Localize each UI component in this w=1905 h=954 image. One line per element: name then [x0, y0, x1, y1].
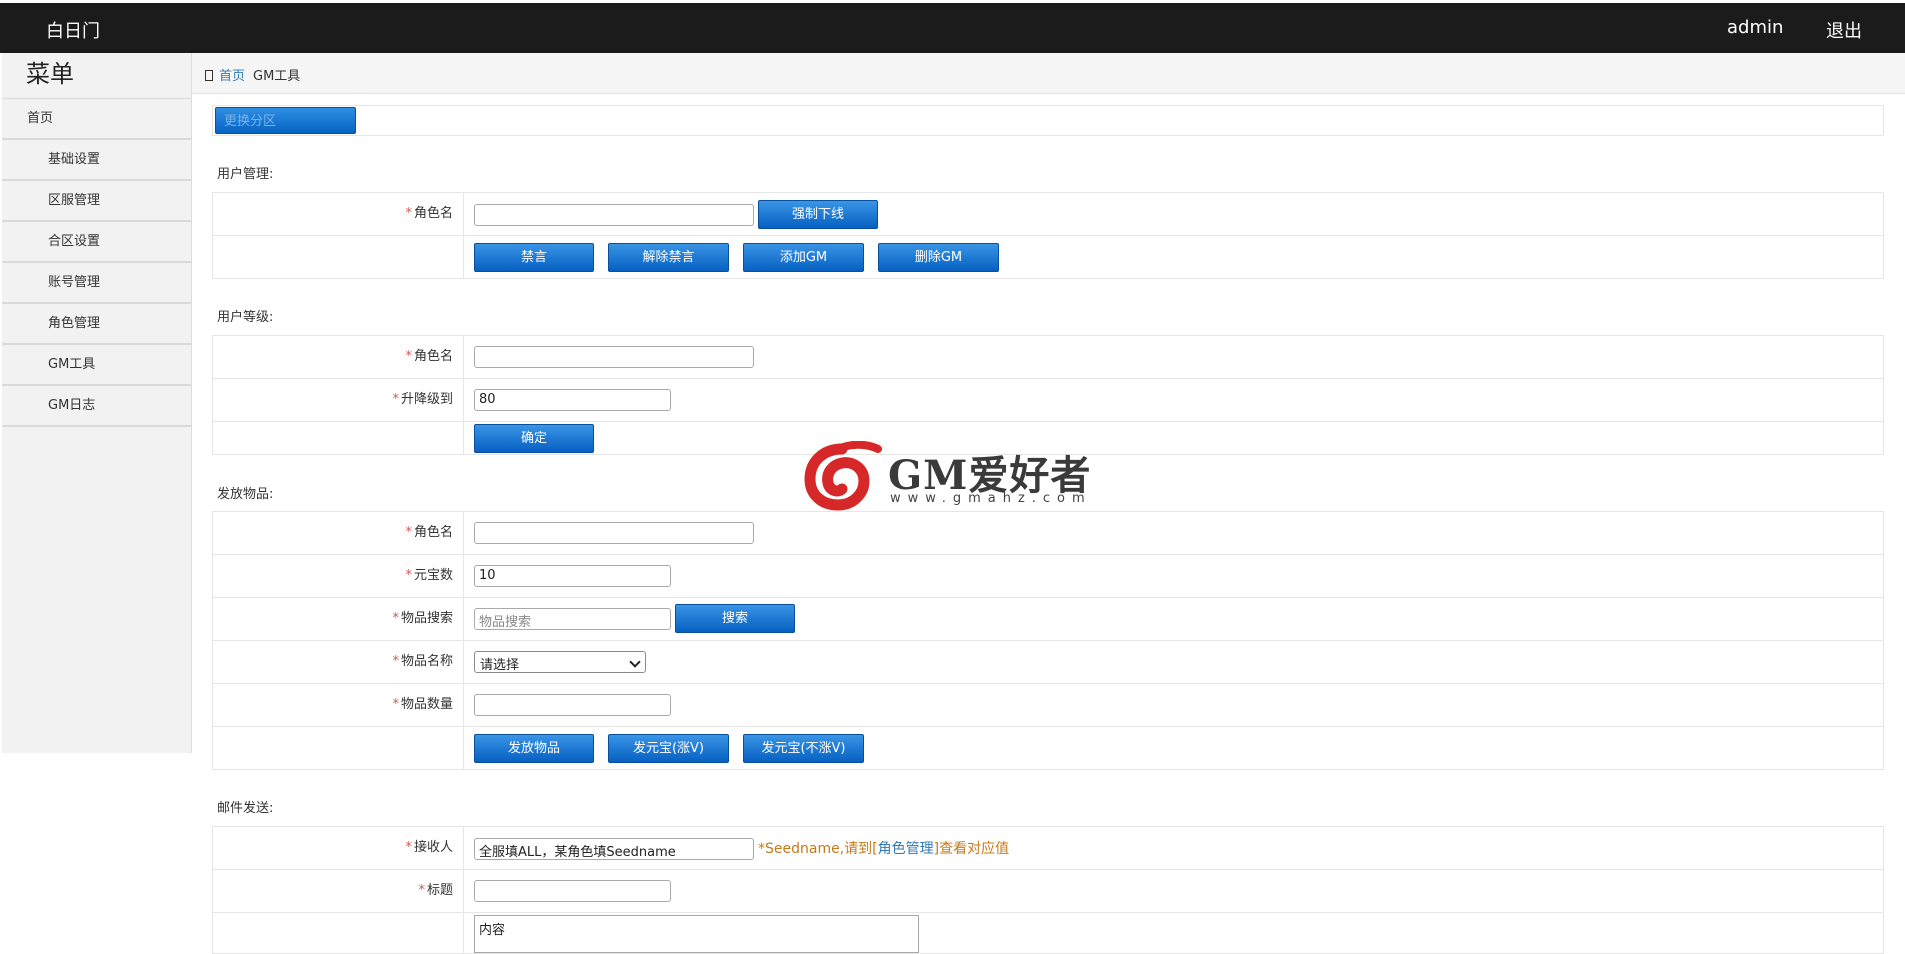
sidebar-title: 菜单	[2, 53, 191, 99]
item-name-label: * 物品名称	[213, 641, 464, 683]
empty-label	[213, 913, 464, 953]
form-row: * 物品搜索 物品搜索 搜索	[213, 598, 1883, 641]
required-mark: *	[392, 392, 399, 407]
level-role-name-input[interactable]	[474, 346, 754, 368]
role-name-label: * 角色名	[213, 193, 464, 235]
required-mark: *	[405, 206, 412, 221]
form-row: * 元宝数 10	[213, 555, 1883, 598]
form-row: * 角色名	[213, 336, 1883, 379]
role-management-link[interactable]: 角色管理	[878, 841, 934, 857]
current-user[interactable]: admin	[1727, 17, 1783, 38]
unmute-button[interactable]: 解除禁言	[608, 243, 729, 272]
level-target-label: * 升降级到	[213, 379, 464, 421]
required-mark: *	[418, 883, 425, 898]
sidebar-item-role-management[interactable]: 角色管理	[2, 304, 191, 345]
form-row: * 接收人 全服填ALL，某角色填Seedname *Seedname,请到[角色…	[213, 827, 1883, 870]
required-mark: *	[405, 349, 412, 364]
user-management-form: * 角色名 强制下线 禁言 解除禁言 添加GM 删除GM	[212, 192, 1884, 279]
mail-content-textarea[interactable]: 内容	[474, 915, 919, 953]
section-give-items: 发放物品:	[217, 487, 274, 502]
add-gm-button[interactable]: 添加GM	[743, 243, 864, 272]
give-ingot-vip-button[interactable]: 发元宝(涨V)	[608, 734, 729, 763]
sidebar-item-server-management[interactable]: 区服管理	[2, 181, 191, 222]
confirm-level-button[interactable]: 确定	[474, 424, 594, 453]
form-row: * 标题	[213, 870, 1883, 913]
empty-label	[213, 422, 464, 454]
item-name-selected: 请选择	[480, 658, 520, 673]
role-name-input[interactable]	[474, 204, 754, 226]
give-ingot-novip-button[interactable]: 发元宝(不涨V)	[743, 734, 864, 763]
item-qty-label: * 物品数量	[213, 684, 464, 726]
item-search-button[interactable]: 搜索	[675, 604, 795, 633]
watermark: GM爱好者 www.gmahz.com	[804, 440, 1104, 511]
item-search-input[interactable]: 物品搜索	[474, 608, 671, 630]
form-row: 发放物品 发元宝(涨V) 发元宝(不涨V)	[213, 727, 1883, 770]
form-row: * 物品数量	[213, 684, 1883, 727]
required-mark: *	[405, 568, 412, 583]
sidebar-item-home[interactable]: 首页	[2, 99, 191, 140]
required-mark: *	[405, 840, 412, 855]
give-items-form: * 角色名 * 元宝数 10 * 物品搜索 物品搜索 搜索 * 物品名称 请选择 * 物品…	[212, 511, 1884, 770]
item-name-select[interactable]: 请选择	[474, 651, 646, 673]
watermark-logo-icon	[804, 440, 882, 511]
give-item-button[interactable]: 发放物品	[474, 734, 594, 763]
role-name-label: * 角色名	[213, 336, 464, 378]
breadcrumb-trail: 首页 GM工具	[205, 65, 300, 84]
change-zone-button[interactable]: 更换分区	[215, 107, 356, 134]
sidebar-item-gm-tools[interactable]: GM工具	[2, 345, 191, 386]
required-mark: *	[392, 654, 399, 669]
force-offline-button[interactable]: 强制下线	[758, 200, 878, 229]
recipient-label: * 接收人	[213, 827, 464, 869]
sidebar-item-basic-settings[interactable]: 基础设置	[2, 140, 191, 181]
item-search-label: * 物品搜索	[213, 598, 464, 640]
watermark-url: www.gmahz.com	[890, 491, 1092, 506]
recipient-input[interactable]: 全服填ALL，某角色填Seedname	[474, 838, 754, 860]
form-row: * 物品名称 请选择	[213, 641, 1883, 684]
top-navbar: 白日门 admin 退出	[0, 3, 1905, 53]
required-mark: *	[392, 697, 399, 712]
required-mark: *	[392, 611, 399, 626]
zone-panel: 更换分区	[212, 105, 1884, 136]
ingot-amount-input[interactable]: 10	[474, 565, 671, 587]
empty-label	[213, 727, 464, 769]
ingot-label: * 元宝数	[213, 555, 464, 597]
level-target-input[interactable]: 80	[474, 389, 671, 411]
user-level-form: * 角色名 * 升降级到 80 确定	[212, 335, 1884, 455]
mute-button[interactable]: 禁言	[474, 243, 594, 272]
sidebar: 菜单 首页 基础设置 区服管理 合区设置 账号管理 角色管理 GM工具 GM日志	[2, 53, 192, 753]
form-row: * 角色名	[213, 512, 1883, 555]
role-name-label: * 角色名	[213, 512, 464, 554]
section-user-management: 用户管理:	[217, 167, 274, 182]
items-role-name-input[interactable]	[474, 522, 754, 544]
form-row: * 角色名 强制下线	[213, 193, 1883, 236]
remove-gm-button[interactable]: 删除GM	[878, 243, 999, 272]
breadcrumb-home-link[interactable]: 首页	[219, 69, 245, 84]
recipient-hint: *Seedname,请到[角色管理]查看对应值	[758, 841, 1010, 857]
required-mark: *	[405, 525, 412, 540]
form-row: 禁言 解除禁言 添加GM 删除GM	[213, 236, 1883, 279]
chevron-down-icon	[629, 656, 641, 668]
sidebar-item-gm-log[interactable]: GM日志	[2, 386, 191, 427]
empty-label	[213, 236, 464, 278]
breadcrumb-current: GM工具	[253, 69, 301, 84]
logout-link[interactable]: 退出	[1826, 17, 1862, 43]
section-user-level: 用户等级:	[217, 310, 274, 325]
breadcrumb: 首页 GM工具	[192, 53, 1905, 94]
home-icon	[205, 70, 213, 81]
section-mail: 邮件发送:	[217, 801, 274, 816]
subject-label: * 标题	[213, 870, 464, 912]
mail-form: * 接收人 全服填ALL，某角色填Seedname *Seedname,请到[角色…	[212, 826, 1884, 954]
sidebar-item-merge-settings[interactable]: 合区设置	[2, 222, 191, 263]
subject-input[interactable]	[474, 880, 671, 902]
form-row: 内容	[213, 913, 1883, 954]
form-row: * 升降级到 80	[213, 379, 1883, 422]
app-brand[interactable]: 白日门	[46, 17, 100, 43]
item-qty-input[interactable]	[474, 694, 671, 716]
sidebar-item-account-management[interactable]: 账号管理	[2, 263, 191, 304]
